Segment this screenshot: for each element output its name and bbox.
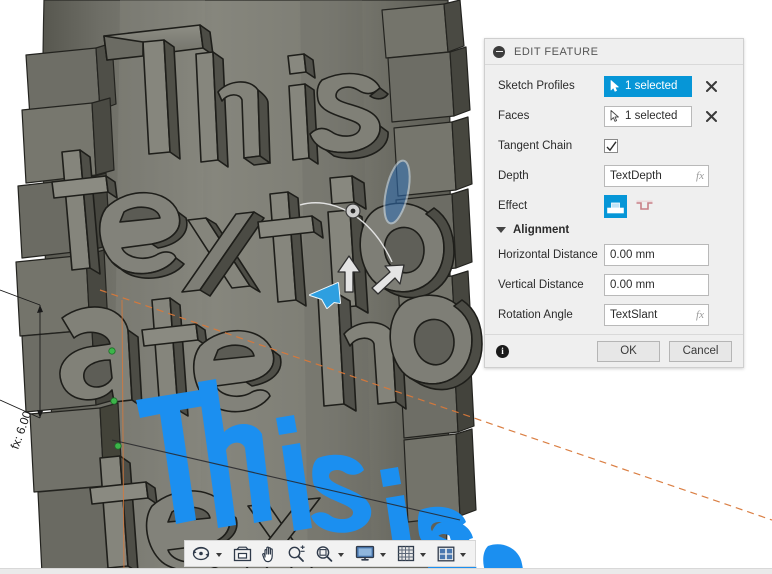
info-glyph: i [501, 346, 504, 356]
grid-snap-caret-icon[interactable] [420, 552, 426, 557]
tangent-chain-checkbox[interactable] [604, 139, 618, 153]
row-vertical-distance: Vertical Distance 0.00 mm [485, 270, 743, 300]
faces-value: 1 selected [625, 110, 678, 122]
vertical-distance-input[interactable]: 0.00 mm [604, 274, 709, 296]
grid-snap-icon[interactable] [395, 542, 417, 565]
row-depth: Depth TextDepth fx [485, 161, 743, 191]
chevron-down-icon [496, 227, 506, 233]
panel-footer: i OK Cancel [485, 334, 743, 367]
horizontal-distance-value: 0.00 mm [610, 249, 655, 261]
sketch-profiles-clear-icon[interactable] [702, 77, 720, 95]
vertical-distance-value: 0.00 mm [610, 279, 655, 291]
alignment-fields: Horizontal Distance 0.00 mm Vertical Dis… [485, 240, 743, 330]
faces-clear-icon[interactable] [702, 107, 720, 125]
rotation-angle-input[interactable]: TextSlant fx [604, 304, 709, 326]
ok-button[interactable]: OK [597, 340, 660, 362]
display-settings-caret-icon[interactable] [380, 552, 386, 557]
depth-label: Depth [498, 170, 529, 182]
fit-icon[interactable] [313, 542, 335, 565]
viewports-caret-icon[interactable] [460, 552, 466, 557]
horizontal-distance-input[interactable]: 0.00 mm [604, 244, 709, 266]
rotation-angle-label: Rotation Angle [498, 309, 573, 321]
row-effect: Effect [485, 191, 743, 221]
checkmark-icon [605, 140, 617, 151]
zoom-window-icon[interactable] [231, 542, 254, 565]
row-sketch-profiles: Sketch Profiles 1 selected [485, 71, 743, 101]
sketch-profiles-value: 1 selected [625, 80, 678, 92]
effect-label: Effect [498, 200, 528, 212]
fx-icon[interactable]: fx [696, 309, 704, 321]
row-tangent-chain: Tangent Chain [485, 131, 743, 161]
fx-icon[interactable]: fx [696, 170, 704, 182]
sketch-profiles-label: Sketch Profiles [498, 80, 575, 92]
alignment-section-label: Alignment [513, 224, 570, 236]
collapse-minus-icon[interactable] [493, 45, 505, 58]
fit-caret-icon[interactable] [338, 552, 344, 557]
panel-title: EDIT FEATURE [514, 45, 599, 58]
sketch-profiles-select-button[interactable]: 1 selected [604, 75, 692, 97]
orbit-caret-icon[interactable] [216, 552, 222, 557]
panel-body: Sketch Profiles 1 selected Faces 1 selec… [485, 65, 743, 334]
emboss-effect-icon[interactable] [604, 194, 627, 218]
zoom-icon[interactable] [285, 542, 308, 565]
alignment-section-header[interactable]: Alignment [485, 221, 743, 240]
depth-value: TextDepth [610, 170, 662, 182]
application-window: fx: 6.00 EDIT FEATURE Sketch Profiles 1 … [0, 0, 772, 574]
pan-hand-icon[interactable] [259, 542, 280, 565]
depth-input[interactable]: TextDepth fx [604, 165, 709, 187]
vertical-distance-label: Vertical Distance [498, 279, 584, 291]
rotation-angle-value: TextSlant [610, 309, 658, 321]
faces-label: Faces [498, 110, 530, 122]
cancel-button[interactable]: Cancel [669, 340, 732, 362]
row-rotation-angle: Rotation Angle TextSlant fx [485, 300, 743, 330]
selection-cursor-icon [610, 110, 620, 122]
tangent-chain-label: Tangent Chain [498, 140, 573, 152]
navigation-toolbar[interactable] [184, 540, 476, 567]
display-settings-icon[interactable] [353, 542, 377, 565]
engrave-effect-icon[interactable] [633, 195, 656, 218]
row-horizontal-distance: Horizontal Distance 0.00 mm [485, 240, 743, 270]
panel-header[interactable]: EDIT FEATURE [485, 39, 743, 65]
edit-feature-panel[interactable]: EDIT FEATURE Sketch Profiles 1 selected [484, 38, 744, 368]
orbit-icon[interactable] [190, 542, 213, 565]
selection-cursor-icon [610, 80, 620, 92]
horizontal-distance-label: Horizontal Distance [498, 249, 598, 261]
faces-select-button[interactable]: 1 selected [604, 105, 692, 127]
row-faces: Faces 1 selected [485, 101, 743, 131]
origin-point-handle[interactable] [345, 203, 361, 219]
info-icon[interactable]: i [496, 344, 509, 358]
status-strip [0, 568, 772, 574]
viewports-icon[interactable] [435, 542, 457, 565]
